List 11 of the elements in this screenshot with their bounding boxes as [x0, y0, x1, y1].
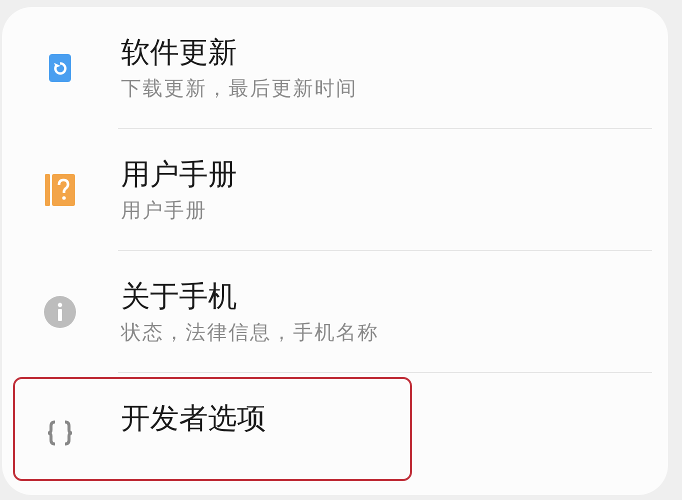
code-braces-icon: [46, 420, 74, 446]
setting-subtitle: 状态，法律信息，手机名称: [121, 318, 379, 346]
setting-subtitle: 下载更新，最后更新时间: [121, 74, 358, 102]
setting-title[interactable]: 开发者选项: [121, 400, 266, 436]
refresh-icon: [49, 54, 71, 82]
setting-subtitle: 用户手册: [121, 196, 207, 224]
setting-title[interactable]: 用户手册: [121, 156, 237, 192]
setting-title[interactable]: 关于手机: [121, 278, 237, 314]
help-book-icon: [45, 174, 75, 206]
info-icon: [44, 296, 76, 328]
setting-title[interactable]: 软件更新: [121, 34, 237, 70]
